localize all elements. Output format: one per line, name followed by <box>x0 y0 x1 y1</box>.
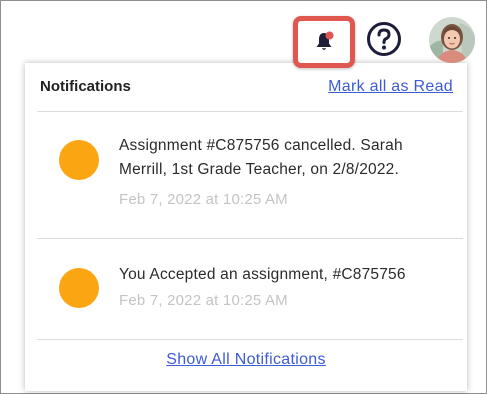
unread-dot-icon <box>59 268 99 308</box>
notification-text: Assignment #C875756 cancelled. Sarah Mer… <box>119 137 403 178</box>
top-bar <box>1 1 486 68</box>
divider <box>37 339 463 340</box>
user-avatar-icon <box>429 17 475 63</box>
notification-badge <box>325 31 334 40</box>
notification-item[interactable]: You Accepted an assignment, #C875756 Feb… <box>25 239 467 339</box>
show-all-notifications-link[interactable]: Show All Notifications <box>25 351 467 369</box>
help-button[interactable] <box>366 21 402 57</box>
avatar[interactable] <box>429 17 475 63</box>
panel-header: Notifications Mark all as Read <box>25 63 467 111</box>
notification-text: You Accepted an assignment, #C875756 <box>119 266 406 283</box>
unread-dot-icon <box>59 140 99 180</box>
help-circle-icon <box>367 22 401 56</box>
notification-time: Feb 7, 2022 at 10:25 AM <box>119 292 288 309</box>
notification-time: Feb 7, 2022 at 10:25 AM <box>119 191 288 208</box>
bell-icon <box>316 31 334 50</box>
mark-all-read-link[interactable]: Mark all as Read <box>328 78 453 96</box>
notifications-panel: Notifications Mark all as Read Assignmen… <box>25 63 467 391</box>
app-window: Notifications Mark all as Read Assignmen… <box>0 0 487 394</box>
panel-title: Notifications <box>40 78 131 95</box>
notifications-bell-button[interactable] <box>293 16 355 68</box>
notification-item[interactable]: Assignment #C875756 cancelled. Sarah Mer… <box>25 112 467 238</box>
